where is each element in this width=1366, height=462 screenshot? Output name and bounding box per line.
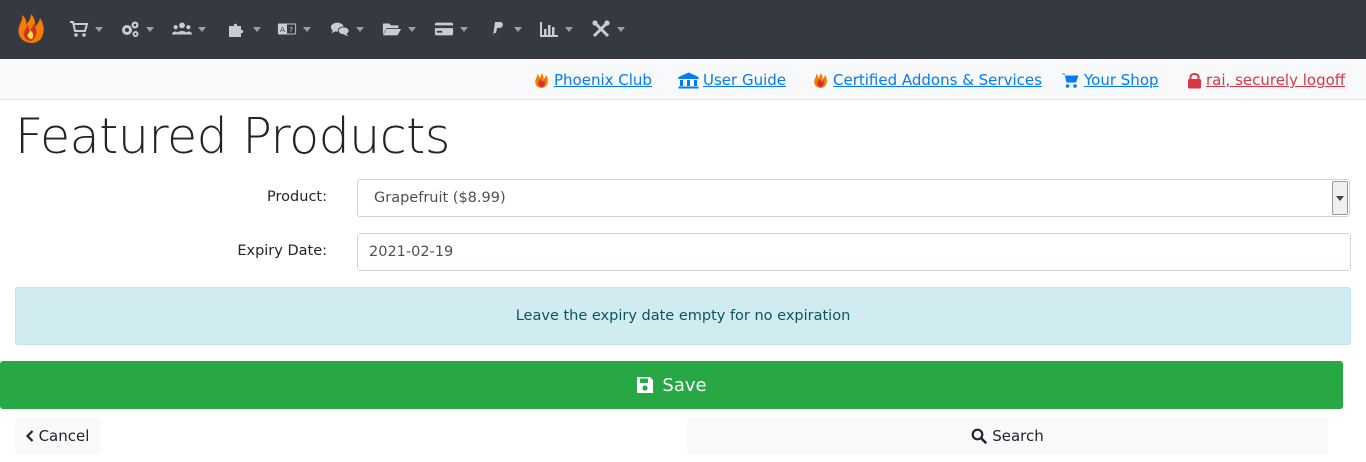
- cart-icon: [70, 21, 89, 37]
- phoenix-flame-icon: [535, 72, 548, 88]
- expiry-date-input[interactable]: 2021-02-19: [357, 233, 1351, 271]
- logoff-label: rai, securely logoff: [1206, 71, 1346, 89]
- user-guide-label: User Guide: [703, 71, 787, 89]
- chevron-down-icon: [95, 26, 103, 32]
- chevron-down-icon: [303, 26, 311, 32]
- puzzle-icon: [229, 23, 244, 37]
- select-arrow-button[interactable]: [1332, 181, 1348, 215]
- expiry-date-label: Expiry Date:: [237, 243, 327, 259]
- nav-menu-customers[interactable]: [172, 16, 206, 42]
- comments-icon: [330, 22, 350, 37]
- certified-addons-link[interactable]: Certified Addons & Services: [812, 69, 1042, 91]
- chevron-down-icon: [514, 26, 522, 32]
- chevron-down-icon: [198, 26, 206, 32]
- cancel-button-label: Cancel: [38, 427, 90, 445]
- chevron-down-icon: [356, 26, 364, 32]
- nav-menu-communication[interactable]: [330, 16, 364, 42]
- phoenix-club-label: Phoenix Club: [554, 71, 652, 89]
- paypal-icon: [493, 22, 503, 36]
- product-select-value: Grapefruit ($8.99): [374, 190, 506, 206]
- users-icon: [172, 22, 192, 35]
- nav-menu-catalog[interactable]: [382, 16, 416, 42]
- chevron-down-icon: [565, 26, 573, 32]
- floppy-disk-icon: [637, 377, 654, 393]
- chevron-down-icon: [460, 26, 468, 32]
- tools-icon: [592, 20, 610, 38]
- info-alert: Leave the expiry date empty for no expir…: [15, 287, 1351, 345]
- phoenix-club-link[interactable]: Phoenix Club: [533, 69, 652, 91]
- nav-menu-payment[interactable]: [434, 16, 468, 42]
- nav-menu-tools[interactable]: [591, 16, 625, 42]
- quick-links-bar: Phoenix Club User Guide Certified Addons…: [0, 59, 1366, 100]
- phoenix-flame-icon: [814, 72, 827, 88]
- nav-menu-paypal[interactable]: [488, 16, 522, 42]
- nav-menu-configuration[interactable]: [120, 16, 154, 42]
- nav-menu-localization[interactable]: A ?: [277, 16, 311, 42]
- chevron-down-icon: [617, 26, 625, 32]
- logoff-link[interactable]: rai, securely logoff: [1187, 69, 1345, 91]
- chevron-left-icon: [25, 430, 33, 442]
- user-guide-link[interactable]: User Guide: [678, 69, 786, 91]
- search-button[interactable]: Search: [687, 418, 1328, 454]
- chevron-down-icon: [146, 26, 154, 32]
- your-shop-label: Your Shop: [1084, 71, 1159, 89]
- nav-menu-orders[interactable]: [69, 16, 103, 42]
- save-button-label: Save: [662, 374, 707, 396]
- lock-icon: [1188, 72, 1201, 88]
- language-icon: A ?: [277, 23, 297, 35]
- chevron-down-icon: [408, 26, 416, 32]
- cancel-button[interactable]: Cancel: [15, 418, 100, 454]
- product-select[interactable]: Grapefruit ($8.99): [357, 179, 1350, 217]
- search-button-label: Search: [992, 427, 1044, 445]
- page-title: Featured Products: [15, 108, 450, 165]
- svg-text:?: ?: [289, 25, 293, 34]
- chevron-down-icon: [253, 26, 261, 32]
- folder-open-icon: [382, 23, 402, 36]
- svg-text:A: A: [280, 25, 285, 34]
- your-shop-link[interactable]: Your Shop: [1061, 69, 1159, 91]
- cogs-icon: [122, 21, 139, 37]
- top-navbar: A ?: [0, 0, 1366, 59]
- cart-icon: [1061, 73, 1079, 88]
- phoenix-flame-icon[interactable]: [14, 12, 48, 46]
- search-icon: [971, 428, 988, 444]
- save-button[interactable]: Save: [0, 361, 1343, 409]
- library-icon: [678, 72, 699, 88]
- chart-bar-icon: [540, 22, 558, 37]
- nav-menu-reports[interactable]: [539, 16, 573, 42]
- nav-menu-modules[interactable]: [227, 16, 261, 42]
- product-label: Product:: [267, 189, 327, 205]
- certified-addons-label: Certified Addons & Services: [833, 71, 1042, 89]
- credit-card-icon: [434, 22, 454, 36]
- chevron-down-icon: [1336, 196, 1344, 201]
